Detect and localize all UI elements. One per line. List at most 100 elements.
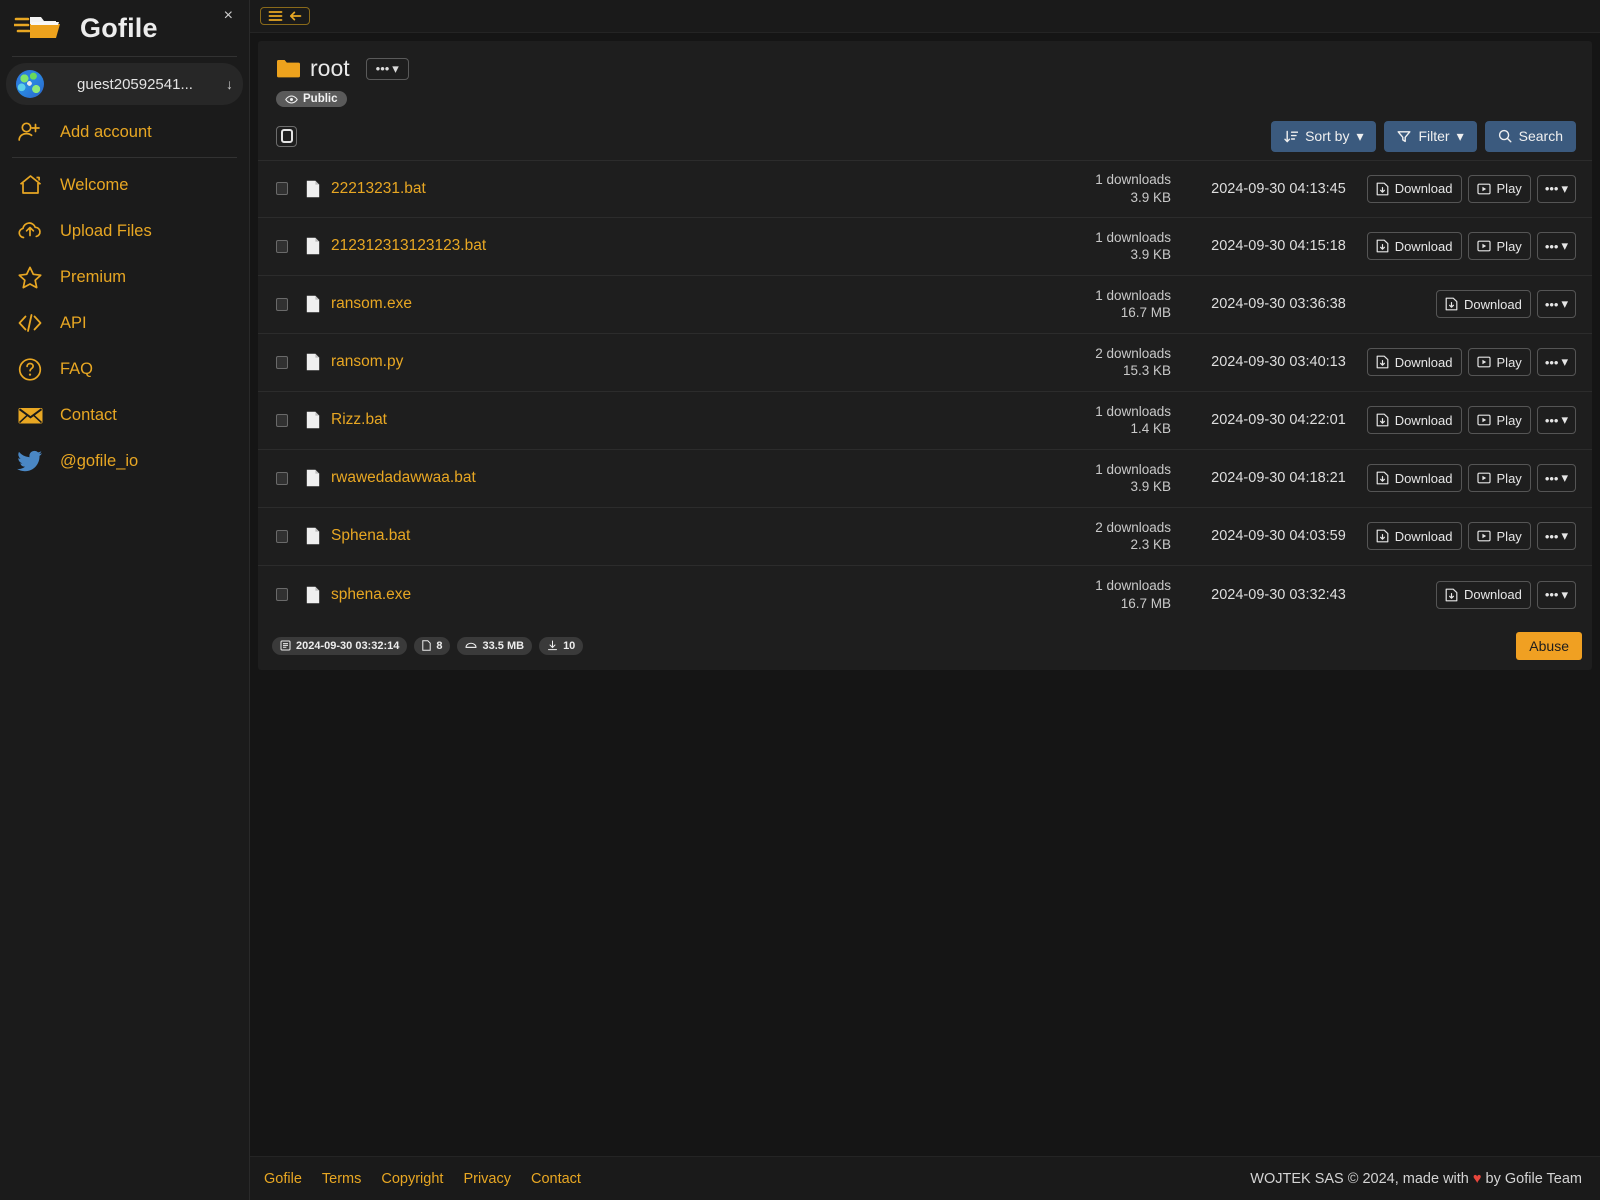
sidebar-item-twitter[interactable]: @gofile_io	[0, 438, 249, 484]
file-name-link[interactable]: rwawedadawwaa.bat	[331, 469, 476, 487]
row-more-button[interactable]: ••• ▾	[1536, 232, 1576, 260]
sidebar-item-api[interactable]: API	[0, 300, 249, 346]
file-date: 2024-09-30 04:22:01	[1211, 412, 1346, 428]
play-button[interactable]: Play	[1467, 348, 1531, 376]
table-row[interactable]: Sphena.bat 2 downloads 2.3 KB 2024-09-30 04…	[258, 508, 1592, 566]
folder-options-button[interactable]: ••• ▾	[365, 57, 409, 80]
row-checkbox[interactable]	[276, 588, 288, 601]
account-switcher[interactable]: guest20592541... ↓	[6, 63, 243, 105]
row-actions: Download ••• ▾	[1386, 580, 1576, 609]
sidebar-item-label: API	[60, 313, 87, 332]
table-row[interactable]: rwawedadawwaa.bat 1 downloads 3.9 KB 2024-0…	[258, 450, 1592, 508]
row-more-button[interactable]: ••• ▾	[1536, 174, 1576, 203]
row-checkbox[interactable]	[276, 239, 288, 253]
row-more-button[interactable]: ••• ▾	[1536, 522, 1576, 550]
download-button[interactable]: Download	[1366, 232, 1462, 260]
file-name-link[interactable]: Rizz.bat	[331, 411, 387, 429]
table-row[interactable]: 22213231.bat 1 downloads 3.9 KB 2024-09-30 …	[258, 159, 1592, 218]
arrow-down-icon: ↓	[226, 76, 233, 92]
file-name-link[interactable]: Sphena.bat	[331, 527, 410, 545]
sidebar-item-add-account[interactable]: Add account	[0, 109, 249, 155]
file-date: 2024-09-30 03:36:38	[1211, 296, 1346, 312]
summary-chip-label: 10	[563, 639, 576, 652]
chevron-down-icon: ▾	[1561, 586, 1568, 602]
select-all-checkbox[interactable]	[276, 125, 297, 147]
sidebar-item-contact[interactable]: Contact	[0, 392, 249, 438]
download-label: Download	[1463, 296, 1522, 312]
row-more-button[interactable]: ••• ▾	[1536, 464, 1576, 492]
play-button[interactable]: Play	[1467, 232, 1531, 260]
footer-link-terms[interactable]: Terms	[322, 1171, 361, 1187]
download-button[interactable]: Download	[1366, 522, 1462, 550]
panel-footer: 2024-09-30 03:32:14 8 33.5 MB 10 Abuse	[258, 624, 1592, 670]
app-root: × Gofile guest20592541... ↓ Add account …	[0, 0, 1600, 1200]
row-checkbox[interactable]	[276, 471, 288, 485]
sidebar-item-label: Add account	[60, 122, 152, 141]
download-button[interactable]: Download	[1366, 464, 1462, 492]
table-row[interactable]: Rizz.bat 1 downloads 1.4 KB 2024-09-30 04:2…	[258, 392, 1592, 450]
file-download-icon	[1376, 239, 1389, 253]
download-button[interactable]: Download	[1366, 174, 1462, 203]
row-more-button[interactable]: ••• ▾	[1536, 348, 1576, 376]
file-name-link[interactable]: 22213231.bat	[331, 180, 426, 198]
summary-chip: 2024-09-30 03:32:14	[272, 636, 408, 655]
file-name-link[interactable]: ransom.py	[331, 353, 403, 371]
play-button[interactable]: Play	[1467, 522, 1531, 550]
play-button[interactable]: Play	[1467, 406, 1531, 434]
row-actions: Download Play ••• ▾	[1366, 522, 1576, 550]
top-bar	[250, 0, 1600, 33]
download-button[interactable]: Download	[1435, 290, 1531, 318]
file-name-link[interactable]: ransom.exe	[331, 295, 412, 313]
file-name-link[interactable]: 212312313123123.bat	[331, 237, 486, 255]
summary-chip-label: 33.5 MB	[482, 639, 525, 652]
file-download-icon	[1376, 355, 1389, 369]
file-stats: 1 downloads 3.9 KB	[1021, 171, 1171, 206]
sidebar-item-welcome[interactable]: Welcome	[0, 162, 249, 208]
sidebar-item-upload-files[interactable]: Upload Files	[0, 208, 249, 254]
row-checkbox[interactable]	[276, 297, 288, 311]
download-button[interactable]: Download	[1435, 580, 1531, 609]
footer-link-gofile[interactable]: Gofile	[264, 1171, 302, 1187]
footer-link-copyright[interactable]: Copyright	[381, 1171, 443, 1187]
footer-link-contact[interactable]: Contact	[531, 1171, 581, 1187]
sort-by-button[interactable]: Sort by ▾	[1271, 120, 1377, 152]
file-date: 2024-09-30 04:13:45	[1211, 180, 1346, 197]
play-box-icon	[1476, 183, 1491, 195]
table-row[interactable]: ransom.exe 1 downloads 16.7 MB 2024-09-30 0…	[258, 276, 1592, 334]
filter-label: Filter	[1418, 128, 1450, 144]
row-checkbox[interactable]	[276, 355, 288, 369]
row-checkbox[interactable]	[276, 182, 288, 195]
row-more-button[interactable]: ••• ▾	[1536, 580, 1576, 609]
chevron-down-icon: ▾	[392, 60, 399, 76]
download-button[interactable]: Download	[1366, 348, 1462, 376]
abuse-button[interactable]: Abuse	[1516, 631, 1582, 660]
sidebar-item-premium[interactable]: Premium	[0, 254, 249, 300]
file-name-link[interactable]: sphena.exe	[331, 586, 411, 604]
row-more-button[interactable]: ••• ▾	[1536, 290, 1576, 318]
file-icon	[306, 295, 320, 313]
play-button[interactable]: Play	[1467, 464, 1531, 492]
row-more-button[interactable]: ••• ▾	[1536, 406, 1576, 434]
filter-button[interactable]: Filter ▾	[1384, 120, 1477, 152]
table-row[interactable]: ransom.py 2 downloads 15.3 KB 2024-09-30 03…	[258, 334, 1592, 392]
table-row[interactable]: 212312313123123.bat 1 downloads 3.9 KB 2024…	[258, 218, 1592, 276]
search-button[interactable]: Search	[1484, 120, 1576, 152]
footer-link-privacy[interactable]: Privacy	[463, 1171, 511, 1187]
sidebar-item-faq[interactable]: FAQ	[0, 346, 249, 392]
table-row[interactable]: sphena.exe 1 downloads 16.7 MB 2024-09-30 0…	[258, 566, 1592, 624]
file-stats: 1 downloads 1.4 KB	[1021, 403, 1171, 438]
download-button[interactable]: Download	[1366, 406, 1462, 434]
row-checkbox[interactable]	[276, 529, 288, 543]
play-button[interactable]: Play	[1467, 174, 1531, 203]
file-icon	[306, 527, 320, 545]
row-checkbox[interactable]	[276, 413, 288, 427]
close-icon[interactable]: ×	[218, 4, 239, 28]
sidebar-toggle-button[interactable]	[260, 7, 310, 25]
sidebar-item-label: FAQ	[60, 359, 94, 378]
sidebar-item-label: Contact	[60, 405, 117, 424]
file-count-icon	[422, 640, 432, 651]
row-more-label: •••	[1544, 354, 1559, 370]
folder-title-row: root ••• ▾	[276, 55, 1574, 82]
file-date: 2024-09-30 04:18:21	[1211, 470, 1346, 486]
folder-icon	[276, 59, 300, 78]
